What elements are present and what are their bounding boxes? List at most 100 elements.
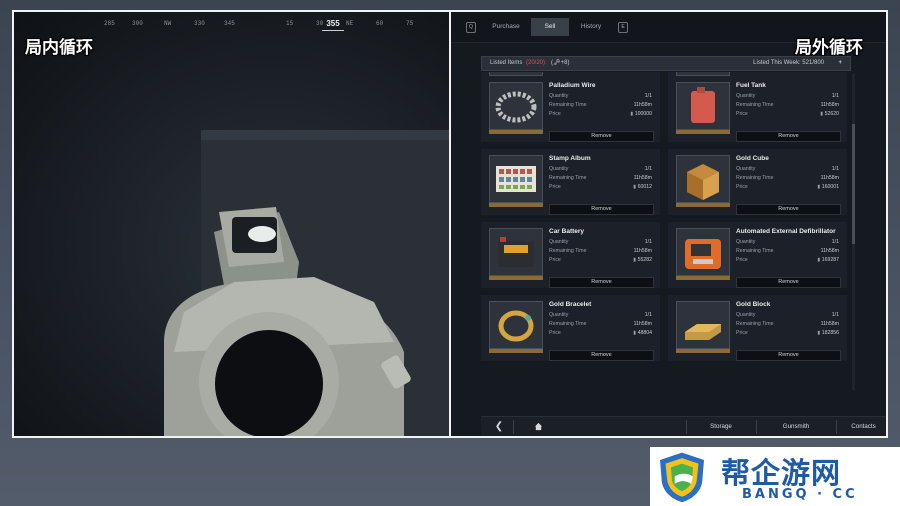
price-value: ▮ 60012: [633, 184, 652, 190]
tab-history[interactable]: History: [572, 18, 610, 36]
remaining-time-label: Remaining Time: [549, 102, 587, 108]
remove-button[interactable]: Remove: [736, 350, 841, 361]
quantity-label: Quantity: [549, 239, 569, 245]
sell-card: Automated External Defibrillator Quantity…: [668, 222, 847, 288]
remove-button[interactable]: Remove: [736, 204, 841, 215]
bonus-slots: (🗝+8): [551, 60, 570, 66]
scrollbar[interactable]: [852, 74, 855, 390]
watermark-cn: 帮企游网: [721, 456, 842, 490]
item-name: Gold Bracelet: [549, 301, 592, 308]
nav-separator: [513, 420, 514, 434]
rarity-bar: [489, 349, 543, 353]
quantity-value: 1/1: [644, 166, 652, 172]
quantity-value: 1/1: [831, 239, 839, 245]
price-value: ▮ 182856: [817, 330, 839, 336]
item-thumbnail[interactable]: [676, 155, 730, 207]
price-amount: 60012: [637, 184, 652, 190]
listed-this-week: Listed This Week: 521/800: [753, 60, 824, 66]
remaining-time-value: 11h58m: [820, 321, 839, 327]
rarity-bar: [489, 130, 543, 134]
quantity-value: 1/1: [831, 166, 839, 172]
quantity-label: Quantity: [549, 93, 569, 99]
price-label: Price: [736, 111, 748, 117]
prev-tab-key[interactable]: Q: [466, 22, 476, 33]
quantity-label: Quantity: [549, 166, 569, 172]
price-label: Price: [549, 184, 561, 190]
remaining-time-value: 11h58m: [820, 248, 839, 254]
tab-sell[interactable]: Sell: [531, 18, 569, 36]
home-icon[interactable]: [523, 417, 553, 436]
price-amount: 160001: [821, 184, 839, 190]
item-name: Stamp Album: [549, 155, 591, 162]
quantity-label: Quantity: [736, 166, 756, 172]
item-thumbnail[interactable]: [676, 82, 730, 134]
remaining-time-value: 11h58m: [633, 175, 652, 181]
item-name: Gold Cube: [736, 155, 769, 162]
quantity-value: 1/1: [644, 93, 652, 99]
item-thumbnail[interactable]: [489, 301, 543, 353]
remaining-time-label: Remaining Time: [549, 248, 587, 254]
price-amount: 52620: [824, 111, 839, 117]
back-arrow-icon[interactable]: ❮: [489, 417, 509, 436]
remaining-time-label: Remaining Time: [736, 321, 774, 327]
in-raid-scene: 285 300 NW 330 345 355 15 30 NE 60 75: [14, 12, 449, 436]
storage-button[interactable]: Storage: [691, 417, 751, 436]
contacts-button[interactable]: Contacts: [841, 417, 886, 436]
next-tab-key[interactable]: E: [618, 22, 628, 33]
rarity-bar: [676, 349, 730, 353]
price-label: Price: [549, 257, 561, 263]
remove-button[interactable]: Remove: [549, 131, 654, 142]
price-amount: 100000: [634, 111, 652, 117]
out-of-raid-label: 局外循环: [795, 38, 863, 58]
nav-separator: [686, 420, 687, 434]
item-thumbnail[interactable]: [489, 228, 543, 280]
remaining-time-value: 11h58m: [820, 102, 839, 108]
rarity-bar: [676, 130, 730, 134]
price-label: Price: [736, 184, 748, 190]
listing-bar: Listed Items (20/20) (🗝+8) Listed This W…: [481, 56, 851, 71]
listed-items-label: Listed Items: [490, 60, 523, 66]
add-slot-button[interactable]: +: [838, 57, 842, 70]
item-name: Palladium Wire: [549, 82, 596, 89]
item-thumbnail[interactable]: [489, 155, 543, 207]
item-name: Car Battery: [549, 228, 585, 235]
sell-card: Stamp Album Quantity 1/1 Remaining Time 11h5…: [481, 149, 660, 215]
rarity-bar: [676, 203, 730, 207]
price-amount: 55282: [637, 257, 652, 263]
quantity-label: Quantity: [736, 239, 756, 245]
remove-button[interactable]: Remove: [549, 277, 654, 288]
price-label: Price: [549, 330, 561, 336]
remaining-time-value: 11h58m: [820, 175, 839, 181]
trader-panel: Q Purchase Sell History E Listed Items (…: [451, 12, 886, 436]
item-thumbnail[interactable]: [676, 228, 730, 280]
rarity-bar: [489, 203, 543, 207]
price-value: ▮ 52620: [820, 111, 839, 117]
remove-button[interactable]: Remove: [549, 204, 654, 215]
price-value: ▮ 48804: [633, 330, 652, 336]
remaining-time-value: 11h58m: [633, 321, 652, 327]
price-value: ▮ 100000: [630, 111, 652, 117]
remaining-time-label: Remaining Time: [736, 102, 774, 108]
bottom-nav: ❮ Storage Gunsmith Contacts: [481, 416, 886, 436]
watermark-en: BANGQ · CC: [742, 487, 858, 502]
sell-grid: Price▮ 4919RemovePrice▮ 5294RemovePallad…: [481, 72, 853, 390]
item-thumbnail[interactable]: [489, 82, 543, 134]
scrollbar-thumb[interactable]: [852, 124, 855, 244]
item-thumbnail[interactable]: [676, 301, 730, 353]
quantity-label: Quantity: [736, 312, 756, 318]
item-name: Fuel Tank: [736, 82, 766, 89]
watermark: 帮企游网 BANGQ · CC: [650, 447, 900, 506]
remove-button[interactable]: Remove: [736, 277, 841, 288]
remove-button[interactable]: Remove: [736, 131, 841, 142]
tab-purchase[interactable]: Purchase: [486, 18, 526, 36]
quantity-label: Quantity: [549, 312, 569, 318]
quantity-value: 1/1: [644, 312, 652, 318]
remaining-time-value: 11h58m: [633, 102, 652, 108]
quantity-value: 1/1: [644, 239, 652, 245]
rarity-bar: [676, 276, 730, 280]
rarity-bar: [489, 276, 543, 280]
sell-card: Gold Bracelet Quantity 1/1 Remaining Time 11…: [481, 295, 660, 361]
remove-button[interactable]: Remove: [549, 350, 654, 361]
gunsmith-button[interactable]: Gunsmith: [761, 417, 831, 436]
price-value: ▮ 169287: [817, 257, 839, 263]
